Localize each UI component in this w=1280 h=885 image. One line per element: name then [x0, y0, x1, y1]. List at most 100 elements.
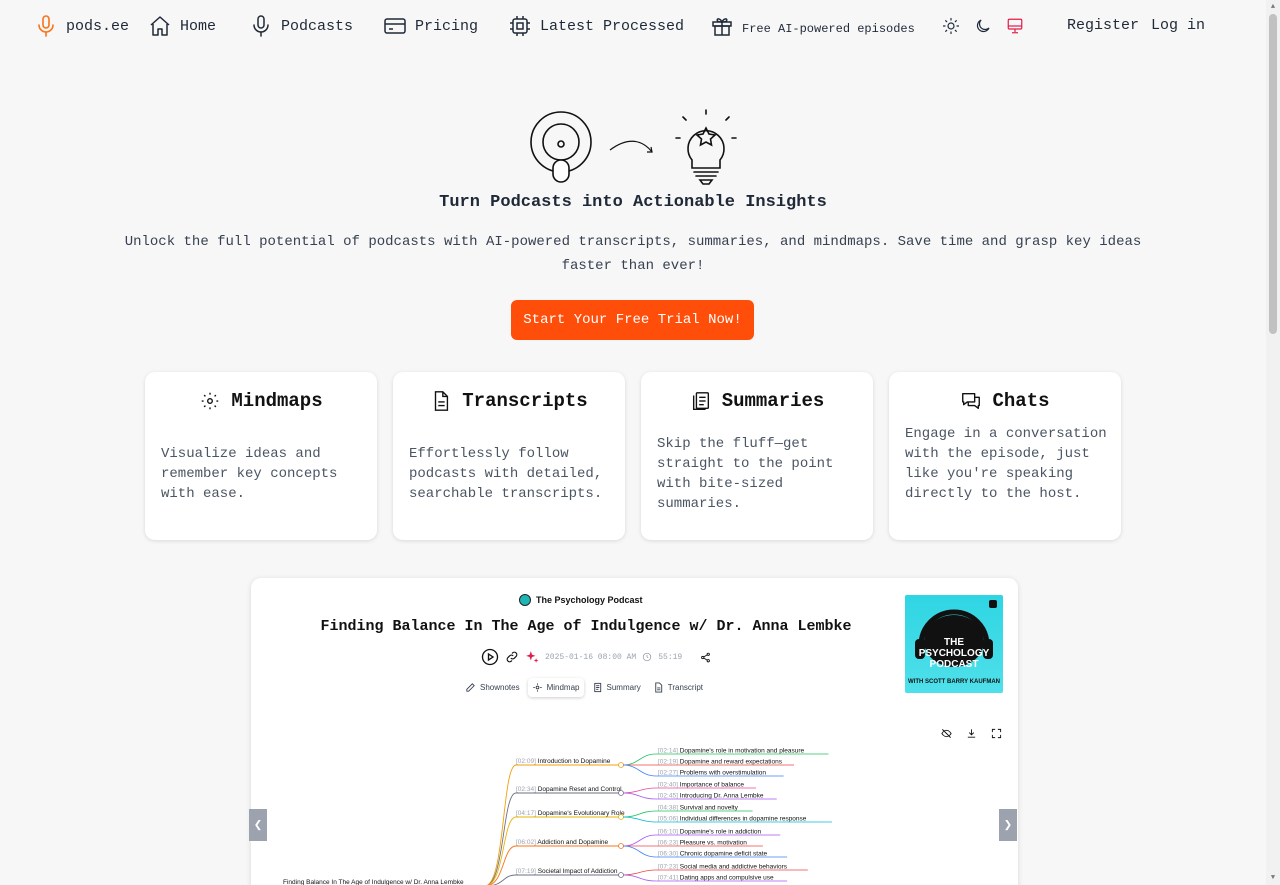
scroll-up-arrow[interactable]: ▲: [1269, 3, 1277, 11]
tab-label: Summary: [606, 683, 641, 692]
clipboard-icon: [593, 682, 601, 693]
mindmap-child-label: [06:23] Pleasure vs. motivation: [658, 840, 747, 847]
nav-free-episodes[interactable]: Free AI-powered episodes: [710, 14, 915, 38]
nav-pricing[interactable]: Pricing: [383, 14, 478, 38]
scroll-down-arrow[interactable]: ▼: [1269, 874, 1277, 882]
tab-mindmap[interactable]: Mindmap: [528, 678, 584, 697]
cover-title-line: PSYCHOLOGY: [918, 648, 990, 659]
login-link[interactable]: Log in: [1151, 17, 1205, 34]
preview-tabs: Shownotes Mindmap Summary Transcript: [461, 678, 707, 697]
nav-home[interactable]: Home: [148, 14, 216, 38]
mindmap-canvas: Finding Balance In The Age of Indulgence…: [283, 748, 832, 885]
light-theme-button[interactable]: [942, 17, 960, 35]
mindmap-child-link: [622, 810, 657, 818]
hero-title: Turn Podcasts into Actionable Insights: [439, 193, 827, 212]
mindmap-child-link: [622, 834, 657, 847]
mindmap-branch-label: [06:02] Addiction and Dopamine: [516, 839, 609, 846]
mindmap-child-label: [02:40] Importance of balance: [658, 782, 744, 789]
feature-title: Transcripts: [462, 390, 588, 412]
system-theme-button[interactable]: [1006, 17, 1024, 35]
dark-theme-button[interactable]: [974, 17, 992, 35]
feature-card-transcripts: Transcripts Effortlessly follow podcasts…: [393, 372, 625, 540]
link-icon[interactable]: [505, 650, 519, 664]
cover-title-line: THE: [944, 637, 964, 648]
tab-label: Shownotes: [480, 683, 520, 692]
tab-summary[interactable]: Summary: [588, 678, 645, 697]
cover-subtitle: WITH SCOTT BARRY KAUFMAN: [908, 679, 1000, 685]
register-link[interactable]: Register: [1067, 17, 1139, 34]
free-trial-button[interactable]: Start Your Free Trial Now!: [511, 300, 754, 340]
podcast-name-label: The Psychology Podcast: [536, 595, 643, 605]
nav-podcasts[interactable]: Podcasts: [249, 14, 353, 38]
edit-icon: [466, 683, 475, 692]
mindmap-child-link: [622, 869, 657, 876]
carousel-next-button[interactable]: ❯: [999, 809, 1017, 841]
credit-card-icon: [384, 18, 406, 34]
sun-icon: [942, 17, 960, 35]
document-icon: [655, 682, 662, 693]
share-icon[interactable]: [700, 652, 711, 663]
sparkles-icon: [526, 651, 539, 663]
brand-link[interactable]: pods.ee: [34, 14, 129, 38]
mindmap-branch-label: [07:19] Societal Impact of Addiction: [516, 868, 618, 875]
nav-free-label: Free AI-powered episodes: [742, 22, 915, 36]
mindmap-child-label: [04:38] Survival and novelty: [658, 805, 739, 812]
play-icon[interactable]: [481, 648, 499, 666]
chat-bubbles-icon: [962, 392, 981, 410]
episode-date: 2025-01-16 08:00 AM: [545, 652, 637, 662]
mindmap-child-link: [622, 816, 657, 823]
feature-card-header: Transcripts: [393, 390, 625, 412]
document-icon: [435, 391, 449, 411]
lightbulb-icon: [675, 109, 737, 185]
mindmap-child-label: [07:23] Social media and addictive behav…: [658, 864, 788, 871]
home-icon: [150, 16, 170, 36]
monitor-icon: [1007, 18, 1023, 34]
mindmap-icon: [532, 683, 542, 692]
mindmap-child-link: [622, 792, 657, 800]
hero-illustration: [530, 109, 737, 185]
podcast-cover-art: THE PSYCHOLOGY PODCAST WITH SCOTT BARRY …: [905, 595, 1003, 693]
nav-home-label: Home: [180, 17, 217, 35]
scrollbar-thumb[interactable]: [1269, 14, 1277, 334]
tab-transcript[interactable]: Transcript: [649, 678, 707, 697]
mindmap-child-label: [02:45] Introducing Dr. Anna Lembke: [658, 793, 764, 800]
carousel-prev-button[interactable]: ❮: [249, 809, 267, 841]
mindmap-branch-label: [02:09] Introduction to Dopamine: [516, 758, 611, 765]
nav-latest-processed[interactable]: Latest Processed: [508, 14, 684, 38]
mindmap-child-label: [02:27] Problems with overstimulation: [658, 770, 766, 777]
page-scrollbar[interactable]: ▲ ▼: [1266, 0, 1280, 885]
mindmap-branch-label: [02:34] Dopamine Reset and Control: [516, 786, 622, 793]
microphone-icon: [253, 15, 269, 37]
mindmap-child-link: [622, 874, 657, 882]
mindmap-icon: [202, 392, 219, 410]
mindmap-child-link: [622, 845, 657, 858]
mindmap-node: [618, 843, 624, 849]
mindmap-child-label: [06:30] Chronic dopamine deficit state: [658, 851, 768, 858]
feature-card-chats: Chats Engage in a conversation with the …: [889, 372, 1121, 540]
feature-title: Mindmaps: [231, 390, 323, 412]
feature-text: Skip the fluff—get straight to the point…: [657, 436, 834, 512]
mindmap-child-link: [622, 787, 657, 794]
microphone-icon: [38, 15, 54, 37]
podcast-avatar: [519, 594, 531, 606]
mindmap-branch-label: [04:17] Dopamine's Evolutionary Role: [516, 810, 625, 817]
mindmap-child-label: [02:14] Dopamine's role in motivation an…: [658, 748, 805, 755]
moon-icon: [976, 19, 990, 33]
hero-subtitle: Unlock the full potential of podcasts wi…: [124, 234, 1142, 274]
mindmap-child-label: [06:10] Dopamine's role in addiction: [658, 829, 762, 836]
nav-pricing-label: Pricing: [415, 17, 479, 35]
cover-title: THE PSYCHOLOGY PODCAST: [905, 637, 1003, 670]
episode-preview: The Psychology Podcast Finding Balance I…: [251, 578, 1018, 885]
nav-podcasts-label: Podcasts: [281, 17, 354, 35]
feature-card-mindmaps: Mindmaps Visualize ideas and remember ke…: [145, 372, 377, 540]
mindmap-node: [618, 814, 624, 820]
brand-name: pods.ee: [66, 17, 130, 35]
cover-title-line: PODCAST: [929, 659, 979, 670]
mindmap-child-link: [622, 764, 657, 777]
tab-shownotes[interactable]: Shownotes: [461, 678, 524, 697]
feature-card-header: Summaries: [641, 390, 873, 412]
cpu-icon: [510, 16, 530, 36]
mindmap-node: [618, 872, 624, 878]
feature-card-header: Mindmaps: [145, 390, 377, 412]
mindmap-branch-link: [486, 764, 517, 885]
